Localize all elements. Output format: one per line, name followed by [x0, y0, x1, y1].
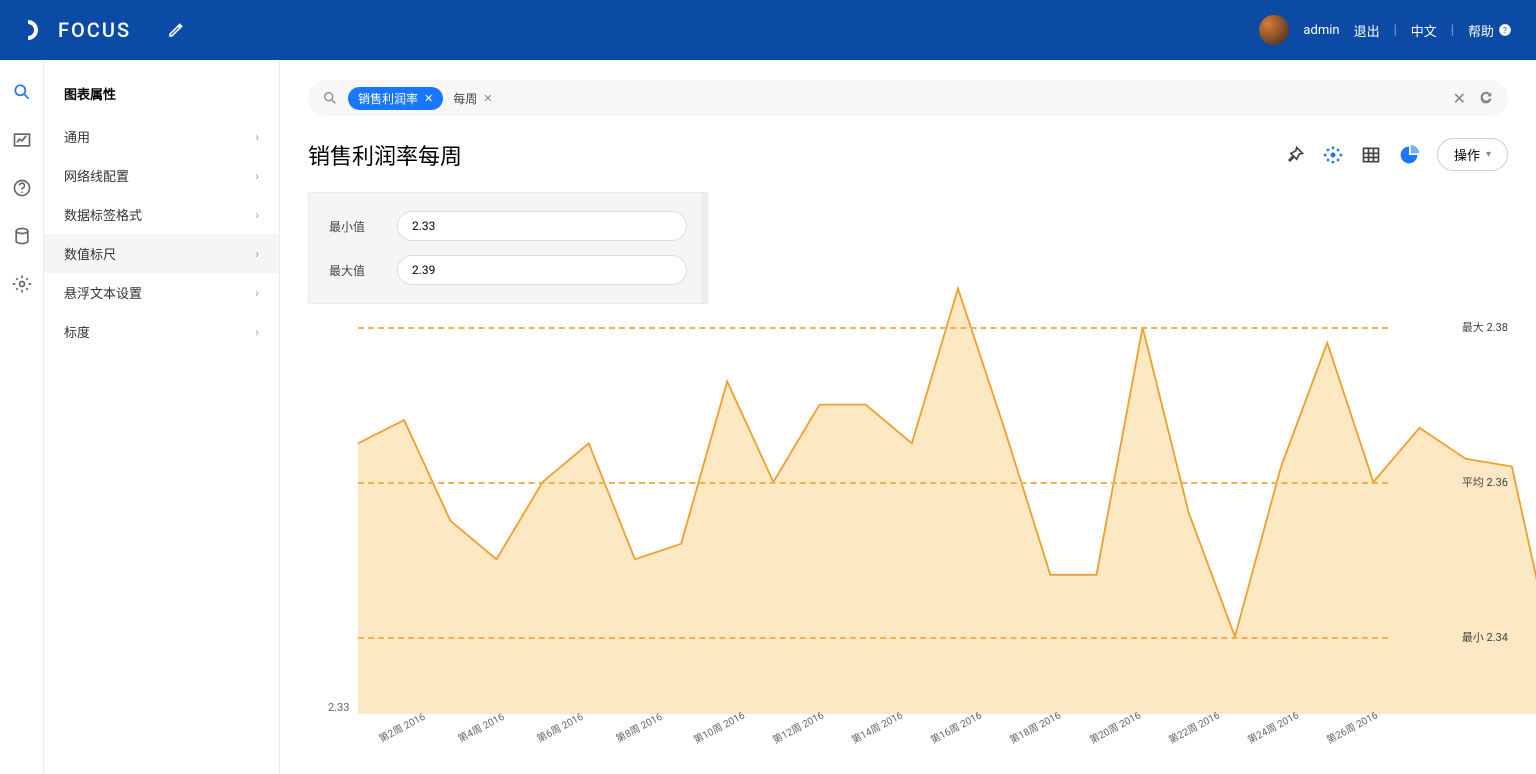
- pie-chart-icon[interactable]: [1399, 145, 1419, 165]
- search-chip-secondary[interactable]: 每周 ✕: [453, 90, 492, 107]
- pin-icon[interactable]: [1285, 145, 1305, 165]
- chart-title: 销售利润率每周: [308, 139, 462, 171]
- max-input[interactable]: [397, 255, 687, 285]
- avatar[interactable]: [1259, 15, 1289, 45]
- search-icon[interactable]: [12, 82, 32, 102]
- edit-icon[interactable]: [167, 21, 185, 39]
- search-icon[interactable]: [322, 90, 338, 106]
- chevron-down-icon: ▾: [1486, 149, 1491, 160]
- ops-label: 操作: [1454, 145, 1480, 164]
- refline-min-label: 最小 2.34: [1462, 629, 1508, 645]
- help-icon[interactable]: ?: [1498, 23, 1512, 37]
- username: admin: [1303, 23, 1339, 38]
- refline-min: [358, 637, 1388, 639]
- lang-link[interactable]: 中文: [1411, 21, 1437, 40]
- operations-button[interactable]: 操作 ▾: [1437, 138, 1508, 171]
- y-axis-label: 2.33: [328, 701, 349, 714]
- table-icon[interactable]: [1361, 145, 1381, 165]
- sidebar-item-label: 网络线配置: [64, 166, 129, 185]
- sidebar-item-label: 数值标尺: [64, 244, 116, 263]
- divider: |: [1394, 23, 1397, 38]
- sidebar-item-label: 通用: [64, 127, 90, 146]
- topbar: FOCUS admin 退出 | 中文 | 帮助 ?: [0, 0, 1536, 60]
- sidebar-item[interactable]: 悬浮文本设置 ›: [44, 273, 279, 312]
- gear-icon[interactable]: [1323, 145, 1343, 165]
- refline-max-label: 最大 2.38: [1462, 319, 1508, 335]
- chevron-right-icon: ›: [255, 247, 259, 261]
- logo: FOCUS: [24, 18, 131, 42]
- sidebar-title: 图表属性: [44, 84, 279, 117]
- chevron-right-icon: ›: [255, 169, 259, 183]
- chip-label: 每周: [453, 90, 477, 107]
- sidebar-item[interactable]: 通用 ›: [44, 117, 279, 156]
- dashboard-icon[interactable]: [12, 130, 32, 150]
- question-icon[interactable]: [12, 178, 32, 198]
- gear-icon[interactable]: [12, 274, 32, 294]
- logout-link[interactable]: 退出: [1354, 21, 1380, 40]
- searchbar: 销售利润率 ✕ 每周 ✕ ✕: [308, 80, 1508, 116]
- svg-text:?: ?: [1503, 25, 1507, 35]
- content: 销售利润率 ✕ 每周 ✕ ✕ 销售利润率每周 操作 ▾: [280, 60, 1536, 774]
- clear-icon[interactable]: ✕: [1453, 89, 1466, 108]
- brand-text: FOCUS: [58, 18, 131, 42]
- min-label: 最小值: [329, 218, 377, 235]
- min-input[interactable]: [397, 211, 687, 241]
- x-axis-labels: 第2周 2016第4周 2016第6周 2016第8周 2016第10周 201…: [358, 720, 1388, 760]
- close-icon[interactable]: ✕: [424, 92, 433, 105]
- chip-label: 销售利润率: [358, 90, 418, 107]
- close-icon[interactable]: ✕: [483, 92, 492, 105]
- refline-avg-label: 平均 2.36: [1462, 474, 1508, 490]
- scale-config-panel: 最小值 最大值: [308, 192, 708, 304]
- refline-avg: [358, 482, 1388, 484]
- chevron-right-icon: ›: [255, 286, 259, 300]
- logo-icon: [24, 18, 48, 42]
- sidebar-item-label: 数据标签格式: [64, 205, 142, 224]
- sidebar: 图表属性 通用 › 网络线配置 › 数据标签格式 › 数值标尺 › 悬浮文本设置 › 标度 ›: [44, 60, 280, 774]
- refresh-icon[interactable]: [1478, 89, 1494, 105]
- sidebar-item[interactable]: 数值标尺 ›: [44, 234, 279, 273]
- refline-max: [358, 327, 1388, 329]
- divider: |: [1451, 23, 1454, 38]
- scrollbar[interactable]: [701, 193, 707, 303]
- sidebar-item[interactable]: 网络线配置 ›: [44, 156, 279, 195]
- database-icon[interactable]: [12, 226, 32, 246]
- sidebar-item[interactable]: 数据标签格式 ›: [44, 195, 279, 234]
- max-label: 最大值: [329, 262, 377, 279]
- chevron-right-icon: ›: [255, 325, 259, 339]
- chevron-right-icon: ›: [255, 208, 259, 222]
- search-chip-primary[interactable]: 销售利润率 ✕: [348, 87, 443, 110]
- chevron-right-icon: ›: [255, 130, 259, 144]
- help-link[interactable]: 帮助: [1468, 21, 1494, 40]
- sidebar-item-label: 悬浮文本设置: [64, 283, 142, 302]
- sidebar-item[interactable]: 标度 ›: [44, 312, 279, 351]
- sidebar-item-label: 标度: [64, 322, 90, 341]
- icon-rail: [0, 60, 44, 774]
- chart-area: 最大 2.38 平均 2.36 最小 2.34 2.33 第2周 2016第4周…: [308, 250, 1508, 774]
